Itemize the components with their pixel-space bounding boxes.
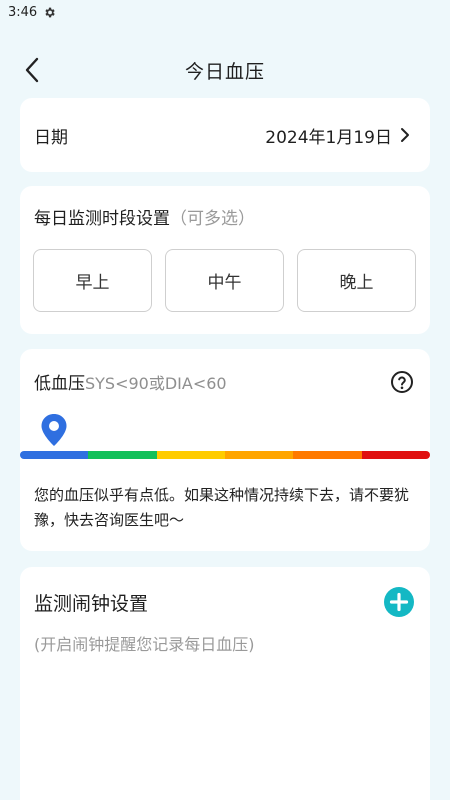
scale-segment-normal (88, 451, 157, 459)
alarm-hint: (开启闹钟提醒您记录每日血压) (34, 635, 255, 654)
period-evening-button[interactable]: 晚上 (297, 249, 416, 312)
chevron-left-icon (25, 57, 39, 83)
alarm-title: 监测闹钟设置 (34, 592, 149, 615)
date-value: 2024年1月19日 (265, 127, 392, 148)
bp-advice-text: 您的血压似乎有点低。如果这种情况持续下去，请不要犹豫，快去咨询医生吧～ (34, 486, 410, 529)
period-noon-button[interactable]: 中午 (165, 249, 284, 312)
period-heading: 每日监测时段设置（可多选） (34, 204, 418, 229)
bp-header: 低血压SYS<90或DIA<60 (34, 369, 414, 394)
scale-segment-high-1 (224, 451, 294, 459)
question-circle-icon[interactable] (390, 370, 414, 394)
bp-condition: SYS<90或DIA<60 (85, 374, 227, 393)
alarm-card: 监测闹钟设置 (开启闹钟提醒您记录每日血压) (20, 567, 430, 800)
status-bar: 3:46 (0, 0, 450, 24)
scale-segment-high-2 (293, 451, 362, 459)
bp-title-line: 低血压SYS<90或DIA<60 (34, 369, 227, 394)
date-label: 日期 (34, 127, 68, 148)
bp-scale-bar (20, 451, 430, 459)
page-title: 今日血压 (184, 60, 265, 83)
status-time: 3:46 (8, 4, 38, 20)
plus-circle-icon[interactable] (384, 587, 414, 617)
back-button[interactable] (18, 56, 46, 84)
bp-level-title: 低血压 (34, 374, 85, 394)
period-heading-text: 每日监测时段设置 (34, 209, 170, 229)
date-card: 日期 2024年1月19日 (20, 98, 430, 172)
period-hint: （可多选） (170, 209, 255, 229)
monitor-period-card: 每日监测时段设置（可多选） 早上 中午 晚上 (20, 186, 430, 334)
gear-icon (45, 7, 55, 17)
scale-segment-low (20, 451, 89, 459)
bp-result-card: 低血压SYS<90或DIA<60 您的血压似乎有点低。如果这种情况持续下去，请不… (20, 349, 430, 551)
scale-segment-crisis (361, 451, 430, 459)
alarm-header: 监测闹钟设置 (34, 587, 414, 617)
chevron-right-icon (401, 128, 409, 142)
period-options: 早上 中午 晚上 (33, 249, 418, 312)
scale-segment-elevated (156, 451, 225, 459)
period-morning-button[interactable]: 早上 (33, 249, 152, 312)
location-pin-icon (41, 414, 67, 446)
top-nav: 今日血压 (0, 48, 450, 92)
date-picker[interactable]: 2024年1月19日 (265, 123, 410, 148)
